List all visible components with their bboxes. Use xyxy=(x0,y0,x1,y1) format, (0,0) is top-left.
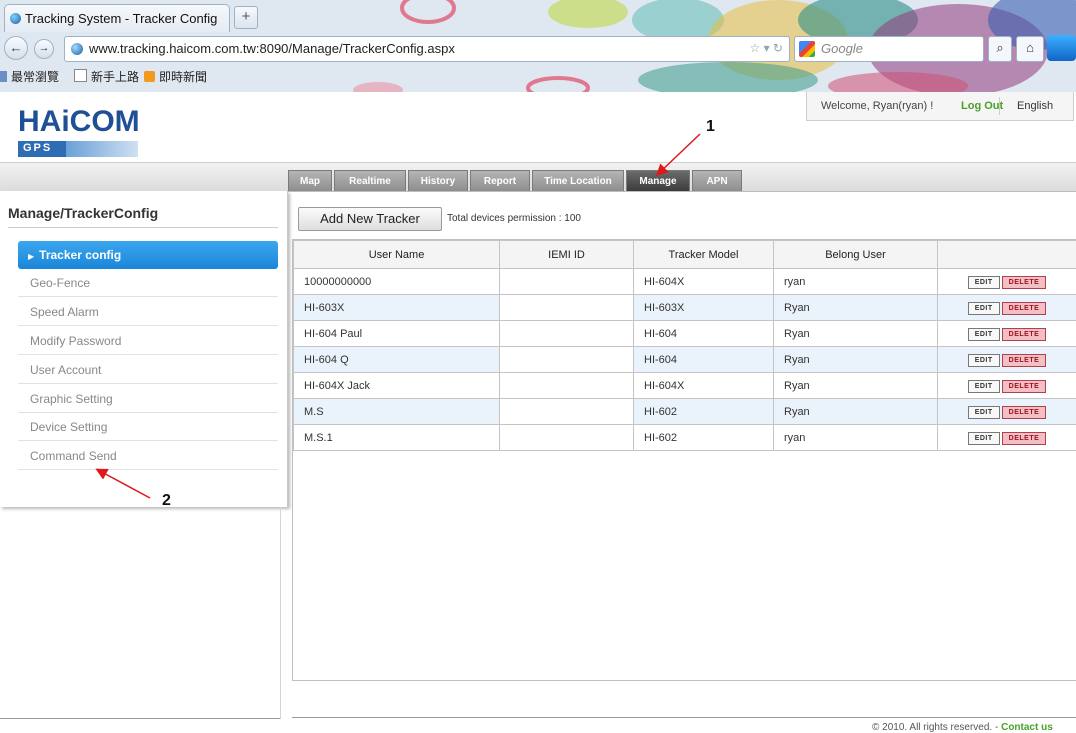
annotation-arrow-2 xyxy=(95,468,151,499)
annotation-arrow-1 xyxy=(655,133,701,177)
annotation-number-1: 1 xyxy=(706,118,715,135)
annotation-overlay xyxy=(95,133,701,499)
annotation-number-2: 2 xyxy=(162,492,171,509)
